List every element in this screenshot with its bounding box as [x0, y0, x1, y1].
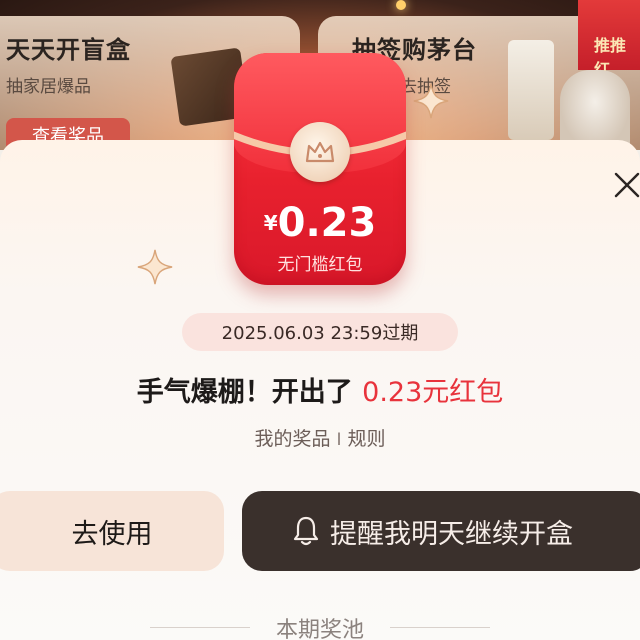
divider-right: [390, 627, 490, 628]
close-icon[interactable]: [612, 170, 640, 200]
light-dot: [396, 0, 406, 10]
sparkle-icon: [413, 83, 449, 119]
result-message: 手气爆棚！开出了 0.23元红包: [0, 370, 640, 409]
crown-medal: [290, 122, 350, 182]
crown-icon: [305, 141, 335, 163]
liquor-box-image: [508, 40, 554, 140]
rules-link[interactable]: 规则: [348, 428, 386, 450]
use-button[interactable]: 去使用: [0, 491, 224, 571]
links-row: 我的奖品 I 规则: [0, 424, 640, 451]
liquor-bottle-image: [560, 70, 630, 150]
envelope-amount: ¥0.23: [234, 200, 406, 246]
prize-pool-title: 本期奖池: [275, 618, 364, 640]
link-separator: I: [336, 430, 342, 450]
envelope-label: 无门槛红包: [277, 255, 363, 275]
result-prefix: 手气爆棚！开出了: [136, 377, 363, 408]
envelope-value: 0.23: [277, 200, 377, 246]
currency-symbol: ¥: [263, 211, 278, 235]
remind-tomorrow-label: 提醒我明天继续开盒: [330, 518, 573, 550]
sparkle-icon: [137, 249, 173, 285]
result-amount: 0.23元红包: [362, 377, 504, 408]
expiry-badge: 2025.06.03 23:59过期: [182, 313, 458, 351]
bell-icon: [293, 516, 319, 546]
blind-box-subtitle: 抽家居爆品: [6, 77, 91, 97]
my-prizes-link[interactable]: 我的奖品: [254, 428, 330, 450]
blind-box-title: 天天开盲盒: [6, 36, 131, 64]
